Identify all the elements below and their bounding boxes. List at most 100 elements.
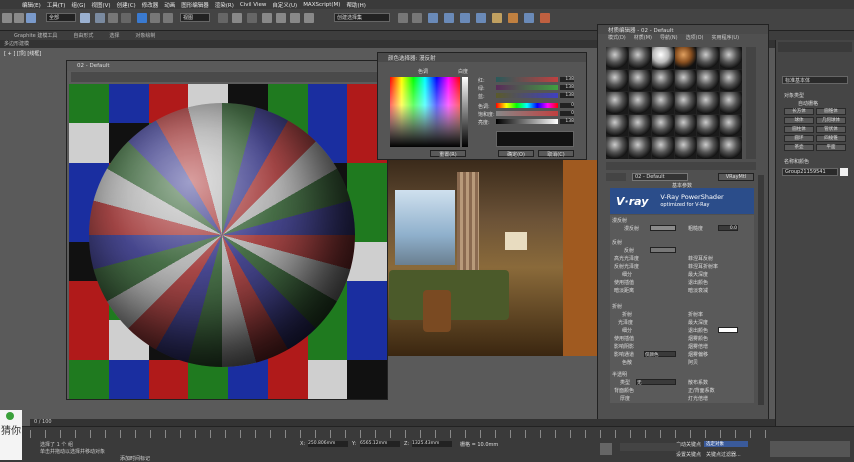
reset-button[interactable]: 重置(R) xyxy=(430,150,466,158)
key-filters-button[interactable]: 关键点过滤器... xyxy=(706,451,741,458)
hue-slider[interactable] xyxy=(496,103,558,108)
menu-item[interactable]: 组(G) xyxy=(71,1,85,9)
tube-button[interactable]: 管状体 xyxy=(816,126,846,133)
graphite-icon[interactable] xyxy=(444,13,454,23)
command-panel-tabs[interactable] xyxy=(778,42,852,52)
move-icon[interactable] xyxy=(137,13,147,23)
material-slot[interactable] xyxy=(651,114,674,137)
menu-item[interactable]: 视图(V) xyxy=(92,1,111,9)
menu-item[interactable]: 图形编辑器 xyxy=(181,1,209,9)
material-slot[interactable] xyxy=(606,114,628,137)
teapot-button[interactable]: 茶壶 xyxy=(784,144,814,151)
rendered-frame-icon[interactable] xyxy=(524,13,534,23)
tab-freeform[interactable]: 自由形式 xyxy=(73,32,93,39)
z-coord-field[interactable]: 1325.43mm xyxy=(412,441,452,447)
named-selection-dropdown[interactable]: 创建选择集 xyxy=(334,13,390,22)
percent-snap-icon[interactable] xyxy=(290,13,300,23)
material-editor-window[interactable]: 材质编辑器 - 02 - Default 模式(D) 材质(M) 导航(N) 选… xyxy=(597,24,769,422)
material-slots-grid[interactable] xyxy=(606,47,742,159)
redo-icon[interactable] xyxy=(14,13,24,23)
cylinder-button[interactable]: 圆柱体 xyxy=(784,126,814,133)
render-setup-icon[interactable] xyxy=(508,13,518,23)
object-name-field[interactable]: Group21159541 xyxy=(782,168,838,176)
red-value[interactable]: 138 xyxy=(560,77,574,82)
menu-item[interactable]: 动画 xyxy=(164,1,175,9)
primitive-type-dropdown[interactable]: 标准基本体 xyxy=(782,76,848,84)
blue-slider[interactable] xyxy=(496,93,558,98)
mirror-icon[interactable] xyxy=(398,13,408,23)
material-slot[interactable] xyxy=(606,69,628,92)
material-slot[interactable] xyxy=(697,137,720,159)
tab-object-paint[interactable]: 对象绘制 xyxy=(135,32,155,39)
translucency-type-dropdown[interactable]: 无 xyxy=(636,379,676,386)
material-slot[interactable] xyxy=(697,92,720,114)
roughness-value[interactable]: 0.0 xyxy=(718,225,738,231)
saturation-slider[interactable] xyxy=(496,111,558,116)
material-slot[interactable] xyxy=(606,92,628,114)
material-slot[interactable] xyxy=(674,69,697,92)
menu-item[interactable]: 修改器 xyxy=(142,1,159,9)
material-slot[interactable] xyxy=(606,137,628,159)
undo-icon[interactable] xyxy=(2,13,12,23)
reference-coord-dropdown[interactable]: 视图 xyxy=(180,13,210,22)
torus-button[interactable]: 圆环 xyxy=(784,135,814,142)
material-slot[interactable] xyxy=(720,114,742,137)
rotate-icon[interactable] xyxy=(150,13,160,23)
menu-item[interactable]: 渲染(R) xyxy=(215,1,234,9)
rollout-scrollbar[interactable] xyxy=(758,175,764,405)
angle-snap-icon[interactable] xyxy=(276,13,286,23)
material-slot[interactable] xyxy=(674,47,697,69)
keyboard-shortcut-icon[interactable] xyxy=(247,13,257,23)
spinner-snap-icon[interactable] xyxy=(304,13,314,23)
material-slot[interactable] xyxy=(674,92,697,114)
menu-utilities[interactable]: 实用程序(U) xyxy=(711,34,739,41)
viewport-navigation-controls[interactable] xyxy=(770,441,850,457)
material-slot[interactable] xyxy=(651,137,674,159)
material-type-button[interactable]: VRayMtl xyxy=(718,173,754,181)
menu-item[interactable]: 创建(C) xyxy=(117,1,136,9)
value-value[interactable]: 138 xyxy=(560,119,574,124)
menu-item[interactable]: MAXScript(M) xyxy=(303,2,340,8)
menu-item[interactable]: 帮助(H) xyxy=(346,1,365,9)
material-slot[interactable] xyxy=(720,137,742,159)
menu-navigation[interactable]: 导航(N) xyxy=(660,34,678,41)
material-slot[interactable] xyxy=(651,92,674,114)
curve-editor-icon[interactable] xyxy=(460,13,470,23)
ok-button[interactable]: 确定(O) xyxy=(498,150,534,158)
x-coord-field[interactable]: 250.806mm xyxy=(308,441,348,447)
material-slot[interactable] xyxy=(606,47,628,69)
menu-material[interactable]: 材质(M) xyxy=(634,34,652,41)
select-icon[interactable] xyxy=(80,13,90,23)
auto-grid-label[interactable]: 自动栅格 xyxy=(798,100,818,107)
saturation-value[interactable]: 0 xyxy=(560,111,574,116)
timeline-ruler[interactable] xyxy=(30,430,775,438)
material-slot[interactable] xyxy=(674,114,697,137)
material-slot[interactable] xyxy=(720,47,742,69)
snap-icon[interactable] xyxy=(262,13,272,23)
hue-picker[interactable] xyxy=(390,77,460,147)
exit-color-swatch[interactable] xyxy=(718,327,738,333)
tab-graphite[interactable]: Graphite 建模工具 xyxy=(14,32,57,39)
eyedropper-icon[interactable] xyxy=(606,173,626,181)
y-coord-field[interactable]: 6565.12mm xyxy=(360,441,400,447)
menu-item[interactable]: 自定义(U) xyxy=(272,1,297,9)
whiteness-strip[interactable] xyxy=(462,77,468,147)
hue-value[interactable]: 0 xyxy=(560,103,574,108)
diffuse-swatch[interactable] xyxy=(650,225,676,231)
material-slot[interactable] xyxy=(720,69,742,92)
menu-item[interactable]: 编辑(E) xyxy=(22,1,41,9)
playback-controls[interactable] xyxy=(620,443,680,451)
select-by-name-icon[interactable] xyxy=(95,13,105,23)
menu-options[interactable]: 选项(O) xyxy=(686,34,704,41)
add-time-tag[interactable]: 添加时间标记 xyxy=(120,455,150,462)
cancel-button[interactable]: 取消(C) xyxy=(538,150,574,158)
viewport-label[interactable]: [ + ] [顶] [线框] xyxy=(4,50,41,57)
align-icon[interactable] xyxy=(412,13,422,23)
menu-item[interactable]: Civil View xyxy=(240,2,266,8)
tab-selection[interactable]: 选择 xyxy=(109,32,119,39)
material-slot[interactable] xyxy=(697,47,720,69)
red-slider[interactable] xyxy=(496,77,558,82)
menu-mode[interactable]: 模式(D) xyxy=(608,34,626,41)
schematic-view-icon[interactable] xyxy=(476,13,486,23)
selection-filter-dropdown[interactable]: 全部 xyxy=(46,13,76,22)
